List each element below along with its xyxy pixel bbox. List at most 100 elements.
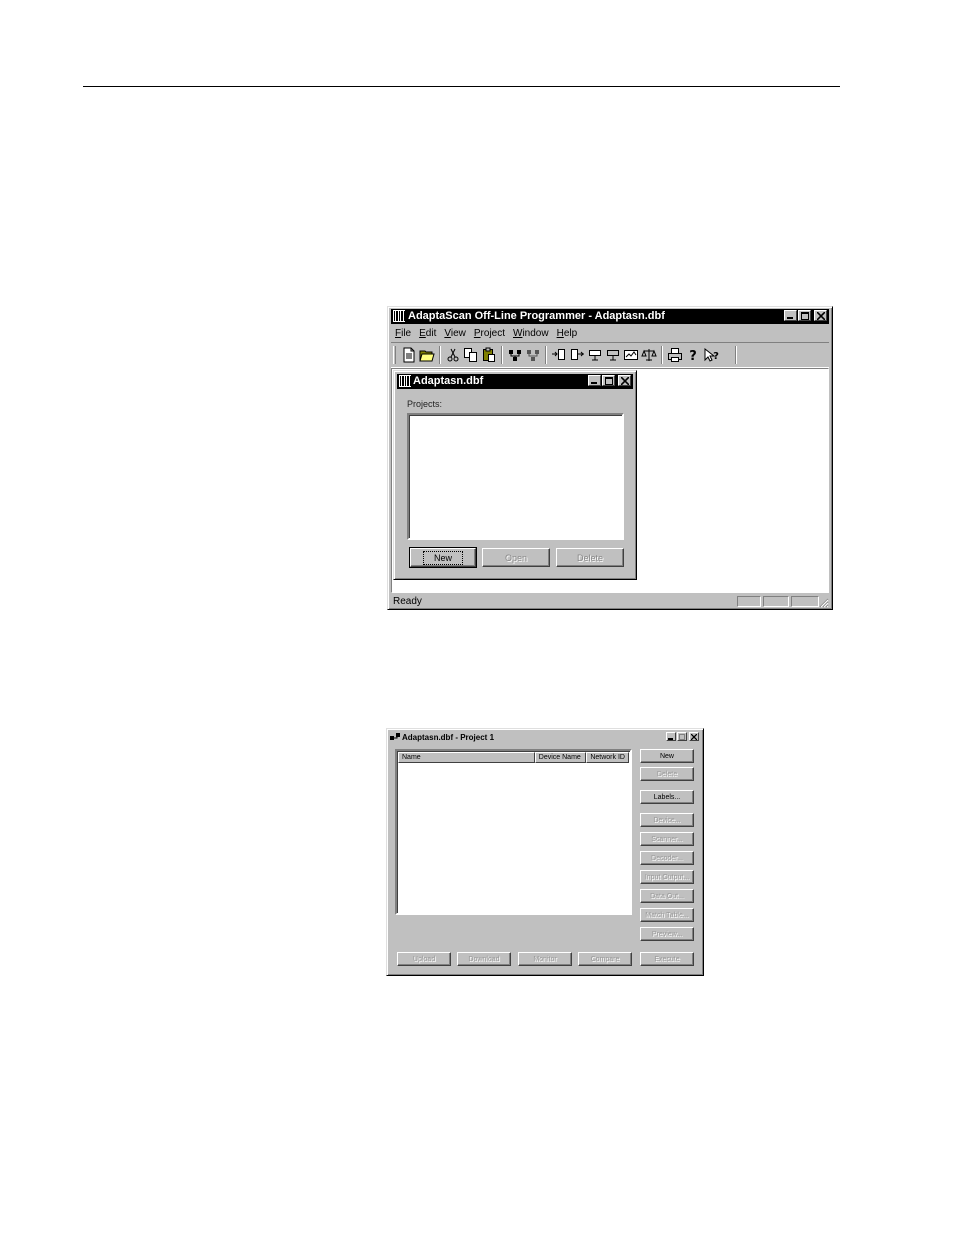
- toolbar-separator: [545, 346, 547, 364]
- cut-icon[interactable]: [445, 347, 461, 363]
- help-icon[interactable]: ?: [685, 347, 701, 363]
- menu-window-label: indow: [522, 328, 549, 339]
- minimize-icon: [591, 382, 597, 384]
- monitor-label: Monitor: [533, 955, 557, 963]
- labels-button[interactable]: Labels...: [640, 790, 694, 804]
- menu-bar: File Edit View Project Window Help: [391, 326, 581, 341]
- child-maximize-button[interactable]: [602, 375, 615, 386]
- match-table-label: Match Table...: [645, 911, 689, 919]
- scanner-button[interactable]: Scanner...: [640, 832, 694, 846]
- project-minimize-button[interactable]: [666, 732, 676, 741]
- menu-help-accel: H: [556, 328, 564, 339]
- download-icon[interactable]: [551, 347, 567, 363]
- compare-label: Compare: [590, 955, 620, 963]
- close-icon: [620, 376, 629, 385]
- decoder-button[interactable]: Decoder...: [640, 851, 694, 865]
- toolbar-separator: [439, 346, 441, 364]
- menu-project-label: roject: [480, 328, 505, 339]
- child-window-title: Adaptasn.dbf: [413, 375, 484, 387]
- download-button[interactable]: Download: [457, 952, 511, 966]
- device-icon[interactable]: [587, 347, 603, 363]
- main-title-bar[interactable]: AdaptaScan Off-Line Programmer - Adaptas…: [391, 309, 829, 324]
- monitor-button[interactable]: Monitor: [518, 952, 572, 966]
- delete-project-button[interactable]: Delete: [556, 548, 624, 567]
- child-title-bar[interactable]: Adaptasn.dbf: [397, 374, 633, 389]
- toolbar-separator: [501, 346, 503, 364]
- paste-icon[interactable]: [481, 347, 497, 363]
- network-config-icon[interactable]: [525, 347, 541, 363]
- maximize-icon: [679, 733, 685, 740]
- compare-icon[interactable]: [641, 347, 657, 363]
- maximize-button[interactable]: [798, 310, 811, 321]
- device2-icon[interactable]: [605, 347, 621, 363]
- new-project-button[interactable]: New: [409, 547, 477, 568]
- delete-device-button[interactable]: Delete: [640, 767, 694, 781]
- preview-button[interactable]: Preview...: [640, 927, 694, 941]
- device-button[interactable]: Device...: [640, 813, 694, 827]
- print-icon[interactable]: [667, 347, 683, 363]
- menu-view[interactable]: View: [440, 326, 470, 341]
- child-minimize-button[interactable]: [588, 375, 601, 386]
- status-panel: [791, 596, 819, 607]
- minimize-icon: [668, 737, 673, 740]
- menu-edit[interactable]: Edit: [415, 326, 440, 341]
- column-header-name[interactable]: Name: [398, 752, 535, 763]
- minimize-button[interactable]: [784, 310, 797, 321]
- new-device-button[interactable]: New: [640, 749, 694, 763]
- menu-file[interactable]: File: [391, 326, 415, 341]
- match-table-button[interactable]: Match Table...: [640, 908, 694, 922]
- menu-project[interactable]: Project: [470, 326, 509, 341]
- maximize-icon: [800, 311, 809, 320]
- compare-button[interactable]: Compare: [578, 952, 632, 966]
- input-output-button[interactable]: Input Output...: [640, 870, 694, 884]
- close-button[interactable]: [814, 310, 827, 321]
- toolbar-separator: [661, 346, 663, 364]
- upload-icon[interactable]: [569, 347, 585, 363]
- labels-label: Labels...: [653, 793, 681, 801]
- open-project-button[interactable]: Open: [482, 548, 550, 567]
- upload-button[interactable]: Upload: [397, 952, 451, 966]
- decoder-label: Decoder...: [651, 854, 683, 862]
- toolbar: ? ?: [391, 342, 829, 368]
- child-close-button[interactable]: [618, 375, 631, 386]
- project-title-bar[interactable]: Adaptasn.dbf - Project 1: [389, 731, 701, 744]
- device-label: Device...: [653, 816, 681, 824]
- column-header-network-id[interactable]: Network ID: [586, 752, 629, 763]
- open-button-label: Open: [504, 552, 528, 563]
- data-out-button[interactable]: Data Out...: [640, 889, 694, 903]
- menu-edit-accel: E: [419, 328, 426, 339]
- preview-label: Preview...: [651, 930, 683, 938]
- list-header: Name Device Name Network ID: [398, 752, 629, 763]
- project-close-button[interactable]: [689, 732, 699, 741]
- execute-button[interactable]: Execute: [640, 952, 694, 966]
- main-application-window: AdaptaScan Off-Line Programmer - Adaptas…: [387, 306, 833, 610]
- new-file-icon[interactable]: [401, 347, 417, 363]
- database-icon: [399, 375, 411, 387]
- app-icon: [393, 310, 405, 322]
- open-folder-icon[interactable]: [419, 347, 435, 363]
- project-maximize-button[interactable]: [677, 732, 687, 741]
- download-label: Download: [468, 955, 500, 963]
- network-icon[interactable]: [507, 347, 523, 363]
- delete-button-label: Delete: [576, 552, 603, 563]
- close-icon: [816, 311, 825, 320]
- projects-child-window: Adaptasn.dbf Projects: New Open Delete: [393, 370, 637, 580]
- devices-list-view[interactable]: Name Device Name Network ID: [395, 749, 632, 915]
- monitor-icon[interactable]: [623, 347, 639, 363]
- project-window: Adaptasn.dbf - Project 1 Name Device Nam…: [386, 728, 704, 976]
- menu-help[interactable]: Help: [553, 326, 582, 341]
- menu-window[interactable]: Window: [509, 326, 553, 341]
- projects-listbox[interactable]: [407, 413, 624, 540]
- upload-label: Upload: [412, 955, 436, 963]
- page-header-rule: [83, 86, 840, 87]
- menu-edit-label: dit: [425, 328, 437, 339]
- main-window-title: AdaptaScan Off-Line Programmer - Adaptas…: [408, 310, 665, 322]
- context-help-icon[interactable]: ?: [703, 347, 719, 363]
- size-grip-icon[interactable]: [818, 597, 829, 608]
- new-button-label: New: [422, 550, 463, 565]
- copy-icon[interactable]: [463, 347, 479, 363]
- toolbar-grip[interactable]: [393, 346, 396, 364]
- column-header-device-name[interactable]: Device Name: [534, 752, 587, 763]
- menu-help-label: elp: [563, 328, 578, 339]
- data-out-label: Data Out...: [650, 892, 684, 900]
